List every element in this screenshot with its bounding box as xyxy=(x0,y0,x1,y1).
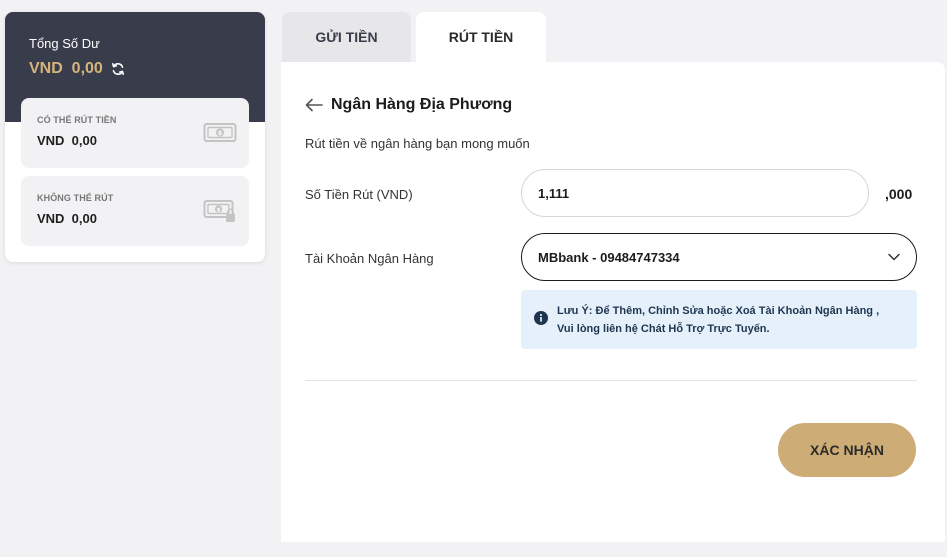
arrow-left-icon[interactable] xyxy=(305,98,323,112)
chevron-down-icon xyxy=(888,253,900,261)
notice-line-1: Lưu Ý: Để Thêm, Chỉnh Sửa hoặc Xoá Tài K… xyxy=(557,305,880,317)
bank-account-select[interactable]: MBbank - 09484747334 xyxy=(521,233,917,281)
total-balance-value: VND 0,00 xyxy=(29,60,103,77)
withdraw-panel: Ngân Hàng Địa Phương Rút tiền về ngân hà… xyxy=(281,62,945,542)
non-withdrawable-card: KHÔNG THỂ RÚT VND 0,00 $ xyxy=(21,176,249,246)
balance-row: VND 0,00 xyxy=(29,60,265,78)
page-subtitle: Rút tiền về ngân hàng bạn mong muốn xyxy=(305,136,530,151)
amount-input[interactable] xyxy=(521,169,869,217)
svg-text:$: $ xyxy=(217,207,221,213)
refresh-icon[interactable] xyxy=(111,62,125,76)
confirm-button[interactable]: XÁC NHẬN xyxy=(778,423,916,477)
bank-account-label: Tài Khoản Ngân Hàng xyxy=(305,251,434,266)
back-row: Ngân Hàng Địa Phương xyxy=(305,96,512,114)
money-icon: $ xyxy=(203,121,237,145)
balance-title: Tổng Số Dư xyxy=(29,36,100,51)
withdrawable-card: CÓ THỂ RÚT TIỀN VND 0,00 $ xyxy=(21,98,249,168)
money-lock-icon: $ xyxy=(203,199,237,223)
amount-suffix: ,000 xyxy=(885,186,913,202)
divider xyxy=(305,380,917,381)
info-icon xyxy=(534,311,548,325)
tab-deposit[interactable]: GỬI TIỀN xyxy=(282,12,411,62)
balance-card: Tổng Số Dư VND 0,00 CÓ THỂ RÚT TIỀN VND … xyxy=(5,12,265,262)
tab-withdraw[interactable]: RÚT TIỀN xyxy=(416,12,546,62)
notice-box: Lưu Ý: Để Thêm, Chỉnh Sửa hoặc Xoá Tài K… xyxy=(521,290,917,349)
notice-line-2: Vui lòng liên hệ Chát Hỗ Trợ Trực Tuyến. xyxy=(557,323,770,335)
amount-label: Số Tiền Rút (VND) xyxy=(305,187,413,202)
bank-account-value: MBbank - 09484747334 xyxy=(538,249,680,265)
svg-text:$: $ xyxy=(218,130,222,137)
page-title: Ngân Hàng Địa Phương xyxy=(331,96,513,113)
